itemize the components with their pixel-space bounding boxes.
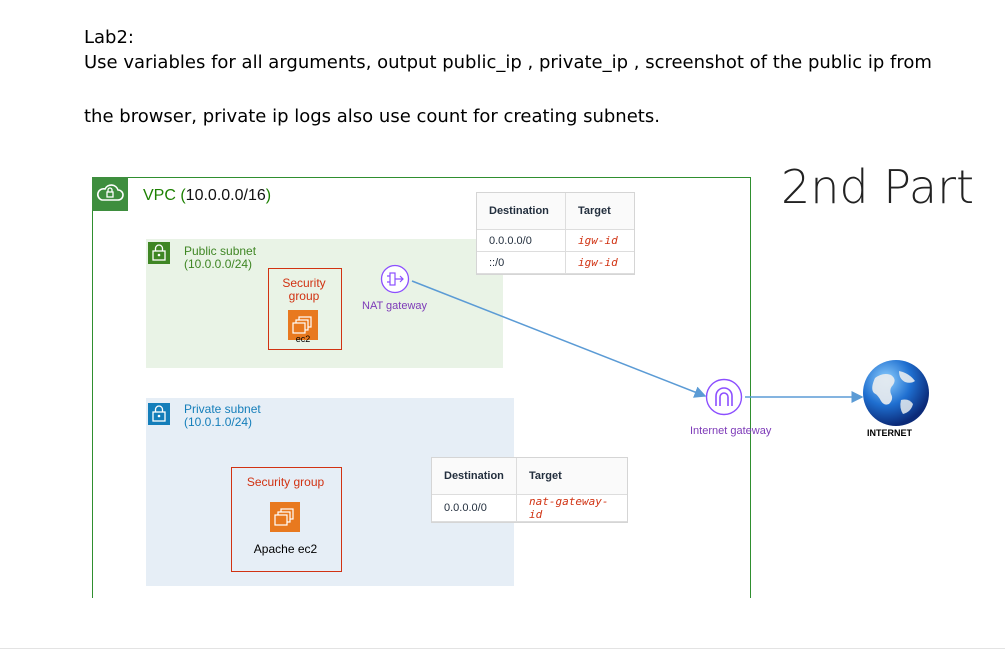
nat-to-igw-connector [411,280,707,398]
internet-gateway-label: Internet gateway [690,425,772,437]
internet-label: INTERNET [867,428,912,438]
connector-lines [411,280,864,403]
internet-globe-icon [861,358,931,428]
internet-gateway-icon [705,378,743,416]
